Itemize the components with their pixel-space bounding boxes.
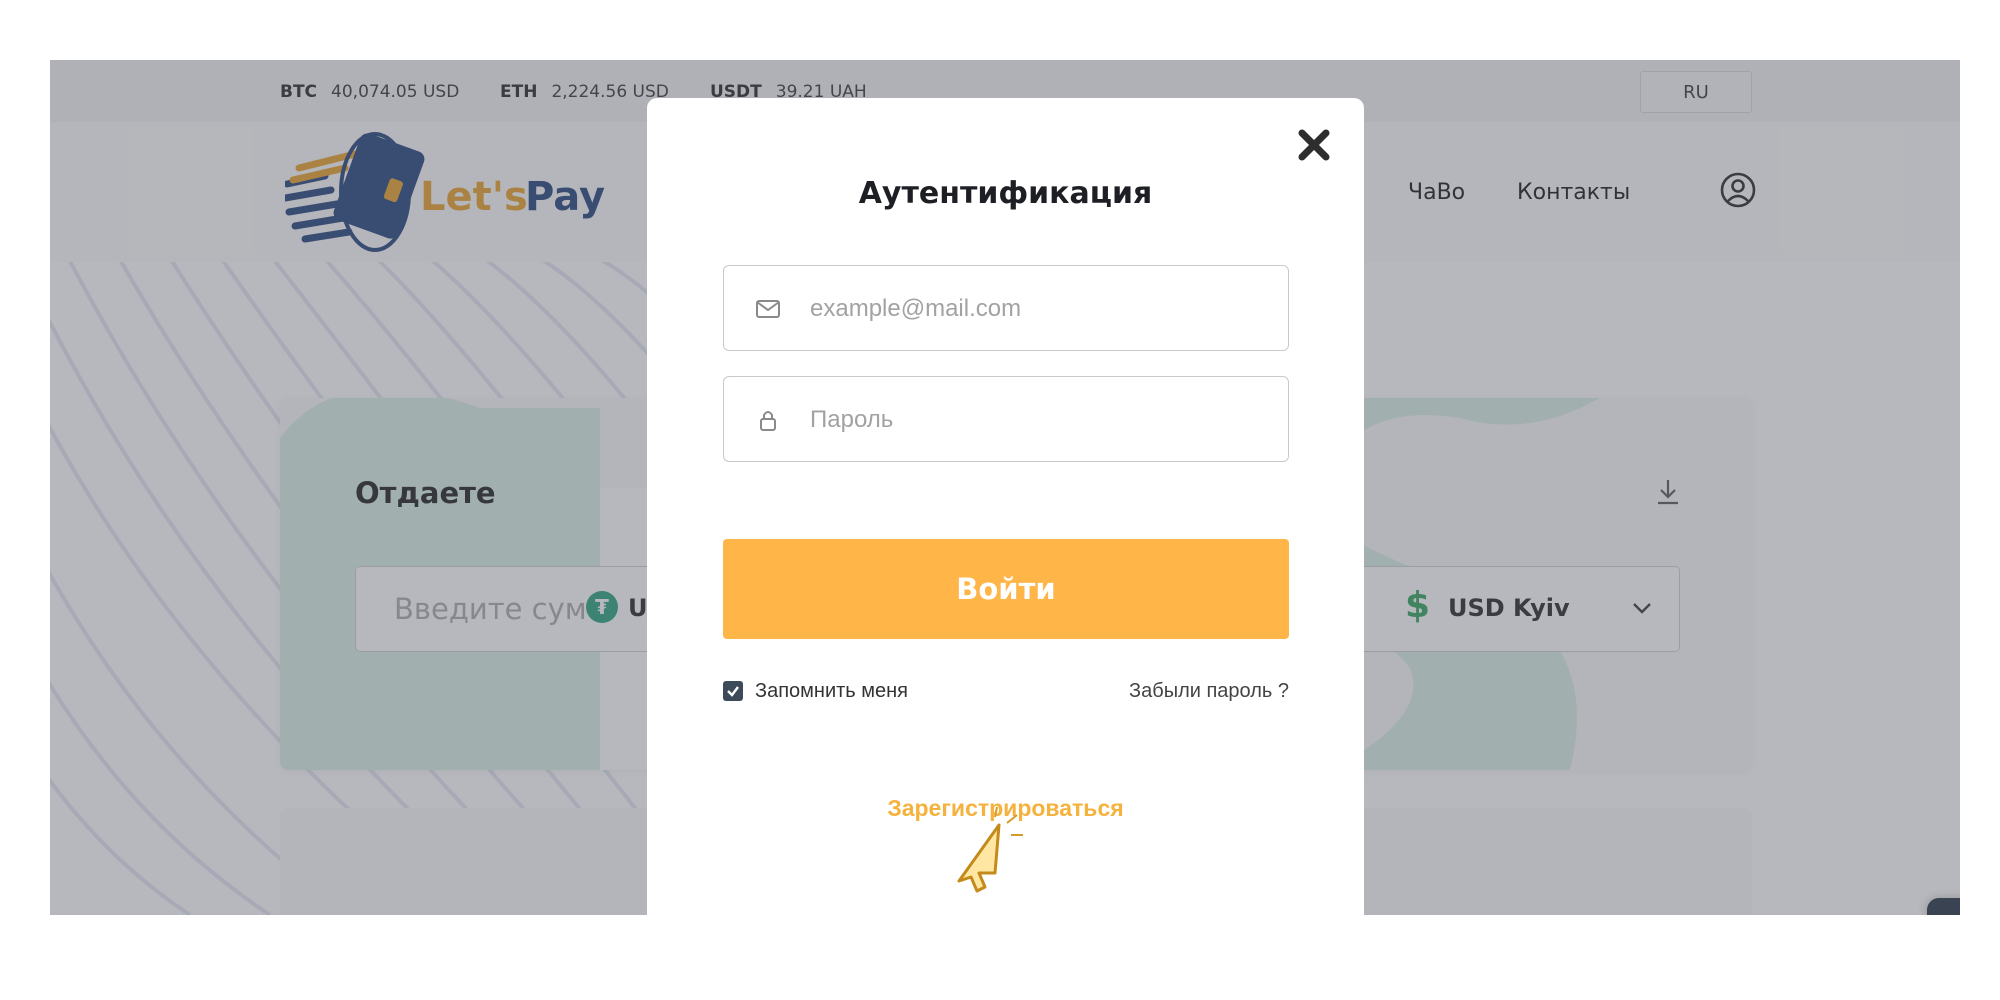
email-input[interactable]: [810, 286, 1270, 332]
email-field[interactable]: [723, 265, 1289, 351]
login-button[interactable]: Войти: [723, 539, 1289, 639]
lock-icon: [760, 411, 776, 431]
password-input[interactable]: [810, 397, 1270, 443]
remember-me-label[interactable]: Запомнить меня: [755, 680, 908, 703]
forgot-password-link[interactable]: Забыли пароль ?: [1129, 680, 1289, 703]
chat-button[interactable]: [1927, 898, 1960, 915]
envelope-icon: [756, 300, 780, 318]
auth-modal: Аутентификация Войти Запомнить меня Забы…: [647, 98, 1364, 915]
password-field[interactable]: [723, 376, 1289, 462]
close-icon[interactable]: [1297, 128, 1331, 162]
browser-viewport: BTC 40,074.05 USD ETH 2,224.56 USD USDT 39.…: [50, 60, 1960, 915]
remember-me-checkbox[interactable]: [723, 681, 743, 701]
pointer-cursor-icon: [957, 806, 1023, 893]
checkmark-icon: [727, 686, 739, 697]
modal-title: Аутентификация: [858, 176, 1153, 211]
